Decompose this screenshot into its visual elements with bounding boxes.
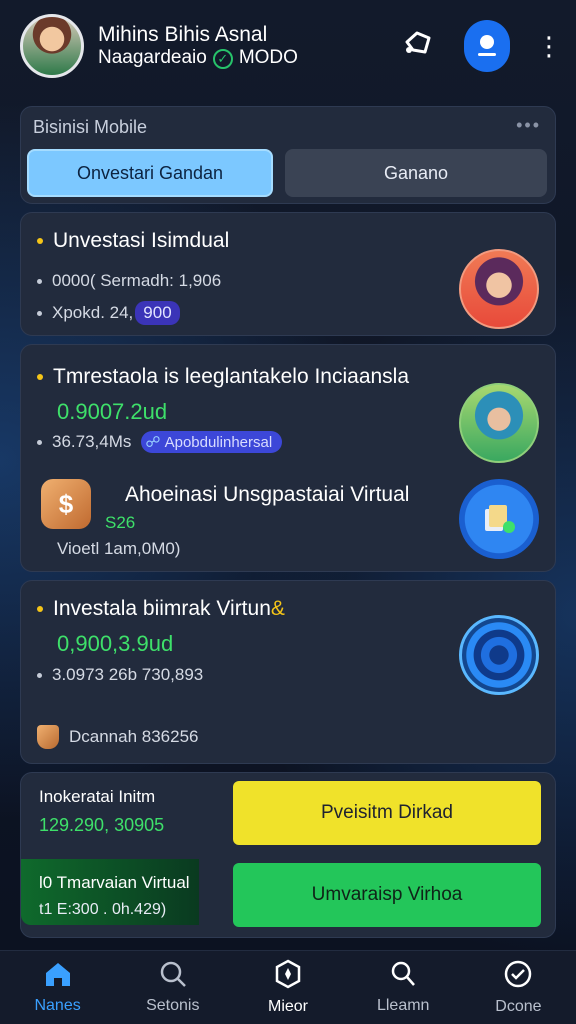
card3-footer-text: Dcannah 836256	[69, 727, 199, 746]
profile-button[interactable]	[464, 20, 510, 72]
person-avatar	[459, 249, 539, 329]
card2-title-text: Tmrestaola is leeglantakelo Inciaansla	[53, 365, 410, 388]
nav-item-search[interactable]: Setonis	[115, 951, 230, 1024]
nav-label: Dcone	[495, 998, 542, 1015]
user-icon	[478, 35, 496, 56]
card1-line1: 0000( Sermadh: 1,906	[37, 271, 221, 291]
card2-pill[interactable]: ☍ Apobdulinhersal	[141, 431, 283, 453]
nav-item-home[interactable]: Nanes	[0, 951, 115, 1024]
search-icon	[158, 960, 188, 993]
card4-label1: Inokeratai Initm	[39, 787, 156, 806]
bullet-icon	[37, 439, 42, 445]
card4-value1: 129.290, 30905	[39, 815, 165, 835]
mobile-panel: Bisinisi Mobile ••• Onvestari Gandan Gan…	[20, 106, 556, 204]
card2-sub-title: Ahoeinasi Unsgpastaiai Virtual	[125, 483, 410, 506]
nav-item-done[interactable]: Dcone	[461, 951, 576, 1024]
card3-title: Investala biimrak Virtun&	[37, 597, 285, 621]
card3-footer: Dcannah 836256	[37, 725, 199, 749]
card1-title-text: Unvestasi Isimdual	[53, 229, 230, 252]
bottom-nav: Nanes Setonis Mieor Lleamn Dcone	[0, 950, 576, 1024]
nav-label: Mieor	[268, 998, 309, 1015]
person-avatar	[459, 383, 539, 463]
card1-line2-text: Xpokd. 24,	[52, 303, 134, 322]
subtitle-text: Naagardeaio	[98, 47, 207, 69]
user-name: Mihins Bihis Asnal	[98, 23, 268, 46]
avatar[interactable]	[20, 14, 84, 78]
shield-icon	[37, 725, 59, 749]
radar-icon	[459, 615, 539, 695]
yellow-action-button[interactable]: Pveisitm Dirkad	[233, 781, 541, 845]
nav-label: Nanes	[34, 997, 81, 1014]
more-dots-icon[interactable]: •••	[516, 115, 541, 136]
nav-label: Lleamn	[376, 997, 430, 1014]
card3-line1: 3.0973 26b 730,893	[37, 665, 203, 685]
card3-title-accent: &	[270, 597, 285, 620]
card1-pill: 900	[135, 301, 180, 325]
card1-line2: Xpokd. 24, 900	[37, 301, 180, 325]
investment-card-3[interactable]: Investala biimrak Virtun& 0,900,3.9ud 3.…	[20, 580, 556, 764]
header-text: Mihins Bihis Asnal Naagardeaio ✓ MODO	[98, 22, 298, 70]
actions-card: Inokeratai Initm 129.290, 30905 l0 Tmarv…	[20, 772, 556, 938]
user-subtitle: Naagardeaio ✓ MODO	[98, 47, 298, 70]
link-icon: ☍	[145, 434, 161, 451]
nav-item-learn[interactable]: Lleamn	[346, 951, 461, 1024]
database-icon	[459, 479, 539, 559]
card2-value: 0.9007.2ud	[57, 399, 168, 424]
bullet-icon	[37, 310, 42, 316]
card3-title-text: Investala biimrak Virtun	[53, 597, 271, 620]
card3-value: 0,900,3.9ud	[57, 631, 174, 656]
compass-icon	[273, 959, 303, 994]
nav-label: Setonis	[146, 997, 200, 1014]
bullet-icon	[37, 374, 43, 380]
investment-card-2[interactable]: Tmrestaola is leeglantakelo Inciaansla 0…	[20, 344, 556, 572]
card2-sub-line: Vioetl 1am,0M0)	[57, 539, 181, 558]
search-icon	[388, 960, 418, 993]
more-menu-icon[interactable]: ⋮	[536, 31, 562, 62]
mode-label: MODO	[238, 47, 298, 69]
bullet-icon	[37, 238, 43, 244]
investment-card-1[interactable]: Unvestasi Isimdual 0000( Sermadh: 1,906 …	[20, 212, 556, 336]
card1-line1-text: 0000( Sermadh: 1,906	[52, 271, 222, 290]
tab-ganano[interactable]: Ganano	[285, 149, 547, 197]
card2-title: Tmrestaola is leeglantakelo Inciaansla	[37, 365, 409, 389]
card4-value2: t1 E:300 . 0h.429)	[39, 901, 167, 918]
card2-line1-text: 36.73,4Ms	[52, 432, 132, 451]
check-circle-icon	[503, 959, 533, 994]
card3-line1-text: 3.0973 26b 730,893	[52, 665, 204, 684]
coin-icon: $	[41, 479, 91, 529]
bullet-icon	[37, 606, 43, 612]
card1-title: Unvestasi Isimdual	[37, 229, 229, 253]
bullet-icon	[37, 278, 42, 284]
bullet-icon	[37, 672, 42, 678]
card2-sub-value: S26	[105, 513, 136, 532]
nav-item-explore[interactable]: Mieor	[230, 951, 345, 1024]
green-action-button[interactable]: Umvaraisp Virhoa	[233, 863, 541, 927]
tab-investment[interactable]: Onvestari Gandan	[27, 149, 273, 197]
card2-pill-text: Apobdulinhersal	[164, 433, 273, 451]
header-actions: ⋮	[398, 20, 562, 72]
panel-title: Bisinisi Mobile	[33, 117, 148, 137]
app-header: Mihins Bihis Asnal Naagardeaio ✓ MODO ⋮	[0, 0, 576, 92]
home-icon	[43, 960, 73, 993]
verified-icon: ✓	[212, 48, 233, 69]
card3-title-wrap: Investala biimrak Virtun&	[53, 597, 285, 621]
card2-line1: 36.73,4Ms ☍ Apobdulinhersal	[37, 431, 283, 453]
notification-icon[interactable]	[398, 28, 438, 65]
card4-label2: l0 Tmarvaian Virtual	[39, 873, 190, 892]
